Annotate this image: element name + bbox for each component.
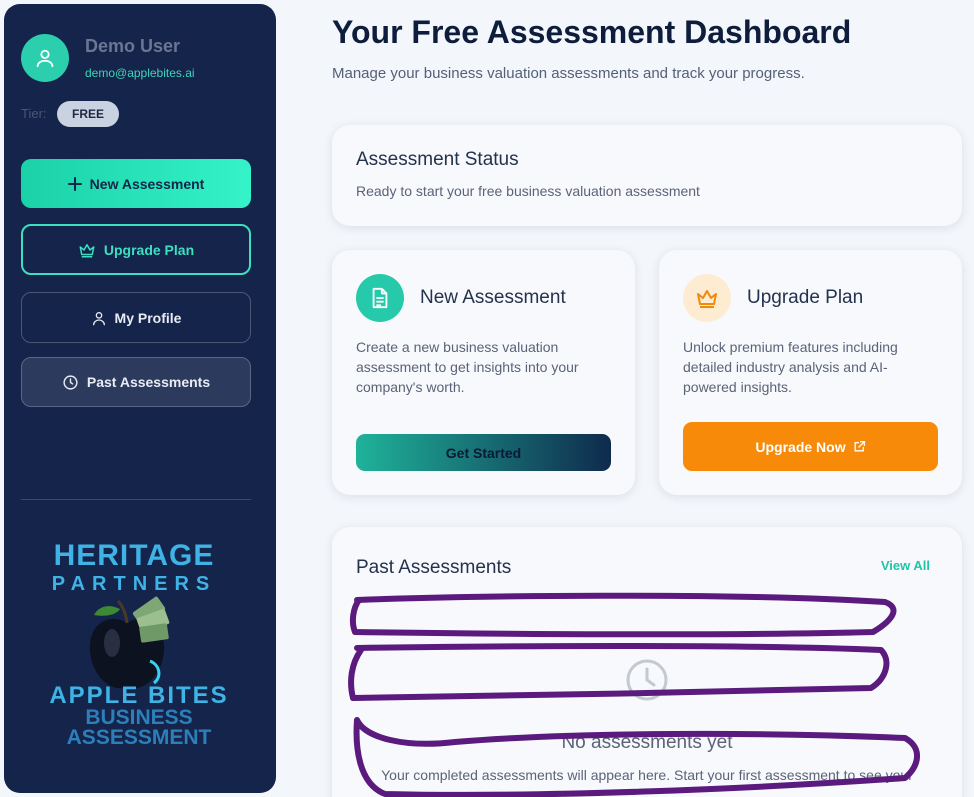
upgrade-plan-card: Upgrade Plan Unlock premium features inc…: [659, 250, 962, 495]
logo-line-2: PARTNERS: [51, 573, 217, 595]
new-assessment-card-description: Create a new business valuation assessme…: [356, 339, 579, 395]
status-text: Ready to start your free business valuat…: [356, 183, 700, 199]
user-name: Demo User: [85, 36, 181, 56]
past-assessments-label: Past Assessments: [86, 374, 211, 390]
tier-label: Tier:: [21, 106, 47, 121]
avatar[interactable]: [21, 34, 69, 82]
upgrade-plan-card-icon: [683, 274, 731, 322]
user-icon: [36, 49, 54, 68]
user-email: demo@applebites.ai: [85, 66, 195, 80]
logo-line-5: ASSESSMENT: [66, 726, 212, 749]
new-assessment-button[interactable]: New Assessment: [21, 159, 251, 208]
upgrade-now-label: Upgrade Now: [755, 438, 846, 455]
past-assessments-card: Past Assessments View All No assessments…: [332, 527, 962, 797]
assessment-status-card: Assessment Status Ready to start your fr…: [332, 125, 962, 226]
upgrade-now-button[interactable]: Upgrade Now: [683, 422, 938, 471]
external-link-icon: [854, 440, 865, 452]
view-all-link[interactable]: View All: [881, 558, 930, 573]
apple-bites-logo: HERITAGE PARTNERS APPLE BITES BUSINESS A…: [34, 539, 234, 754]
sidebar-divider: [21, 499, 251, 500]
upgrade-plan-label: Upgrade Plan: [103, 241, 195, 258]
person-icon: [92, 311, 105, 325]
page-subtitle: Manage your business valuation assessmen…: [332, 65, 805, 82]
new-assessment-card-title: New Assessment: [420, 287, 566, 308]
sidebar: Demo User demo@applebites.ai Tier: FREE …: [4, 4, 276, 793]
my-profile-label: My Profile: [114, 309, 182, 326]
logo-line-1: HERITAGE: [53, 539, 215, 572]
upgrade-plan-card-title: Upgrade Plan: [747, 287, 864, 308]
get-started-button[interactable]: Get Started: [356, 434, 611, 471]
new-assessment-card-icon: [356, 274, 404, 322]
page-title: Your Free Assessment Dashboard: [332, 14, 852, 50]
past-assessments-button[interactable]: Past Assessments: [21, 357, 251, 407]
tier-badge: FREE: [57, 101, 119, 127]
status-title: Assessment Status: [356, 149, 519, 170]
new-assessment-label: New Assessment: [89, 175, 205, 192]
upgrade-plan-button[interactable]: Upgrade Plan: [21, 224, 251, 275]
apple-icon: [89, 596, 170, 689]
past-assessments-title: Past Assessments: [356, 557, 512, 578]
new-assessment-card: New Assessment Create a new business val…: [332, 250, 635, 495]
upgrade-plan-card-description: Unlock premium features including detail…: [683, 339, 898, 395]
empty-state-title: No assessments yet: [561, 732, 733, 753]
empty-state-text: Your completed assessments will appear h…: [381, 767, 913, 783]
my-profile-button[interactable]: My Profile: [21, 292, 251, 343]
clock-icon: [626, 659, 668, 701]
document-icon: [372, 287, 388, 309]
crown-icon: [697, 290, 717, 308]
clock-icon: [63, 374, 78, 390]
crown-icon: [79, 243, 95, 257]
plus-icon: [67, 176, 82, 191]
